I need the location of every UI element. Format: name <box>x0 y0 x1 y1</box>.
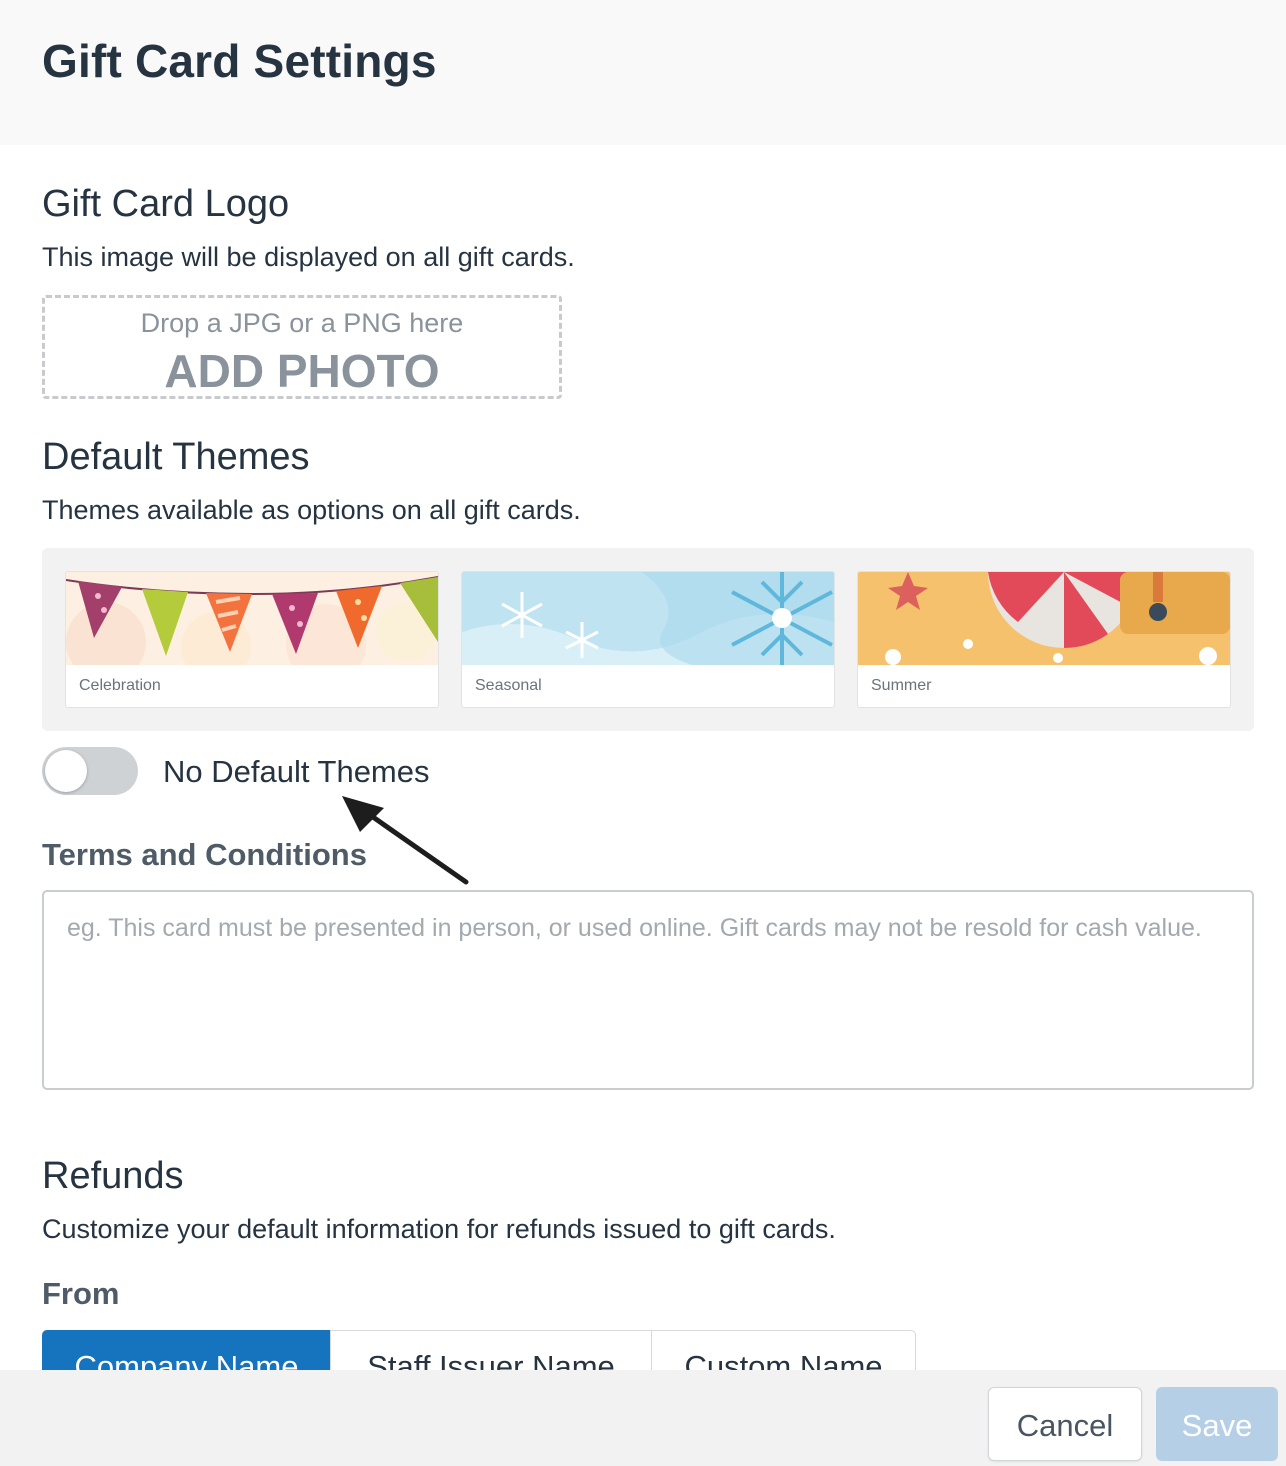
from-label: From <box>42 1276 120 1311</box>
theme-label: Seasonal <box>475 677 542 694</box>
refunds-section-description: Customize your default information for r… <box>42 1214 836 1244</box>
logo-section-title: Gift Card Logo <box>42 183 290 225</box>
add-photo-button[interactable]: ADD PHOTO <box>45 344 559 398</box>
summer-theme-image <box>858 572 1230 665</box>
theme-card-summer[interactable]: Summer <box>857 571 1231 708</box>
page-header: Gift Card Settings <box>0 0 1286 145</box>
photo-dropzone[interactable]: Drop a JPG or a PNG here ADD PHOTO <box>42 295 562 399</box>
themes-section-description: Themes available as options on all gift … <box>42 495 581 525</box>
save-button[interactable]: Save <box>1156 1387 1278 1461</box>
terms-textarea[interactable] <box>42 890 1254 1090</box>
theme-label: Summer <box>871 677 932 694</box>
refunds-section-title: Refunds <box>42 1155 184 1197</box>
terms-label: Terms and Conditions <box>42 837 367 872</box>
annotation-arrow-icon <box>342 796 469 885</box>
celebration-theme-image <box>66 572 438 665</box>
dropzone-hint: Drop a JPG or a PNG here <box>140 308 464 338</box>
theme-label: Celebration <box>79 677 161 694</box>
logo-section-description: This image will be displayed on all gift… <box>42 242 575 272</box>
page-title: Gift Card Settings <box>42 35 437 87</box>
seasonal-theme-image <box>462 572 834 665</box>
theme-card-seasonal[interactable]: Seasonal <box>461 571 835 708</box>
themes-section-title: Default Themes <box>42 436 310 478</box>
toggle-knob <box>45 750 87 792</box>
no-default-themes-label: No Default Themes <box>163 754 430 789</box>
themes-panel: Celebration Seasonal Summer <box>42 548 1254 731</box>
theme-card-celebration[interactable]: Celebration <box>65 571 439 708</box>
cancel-button[interactable]: Cancel <box>988 1387 1142 1461</box>
no-default-themes-toggle[interactable] <box>42 747 138 795</box>
